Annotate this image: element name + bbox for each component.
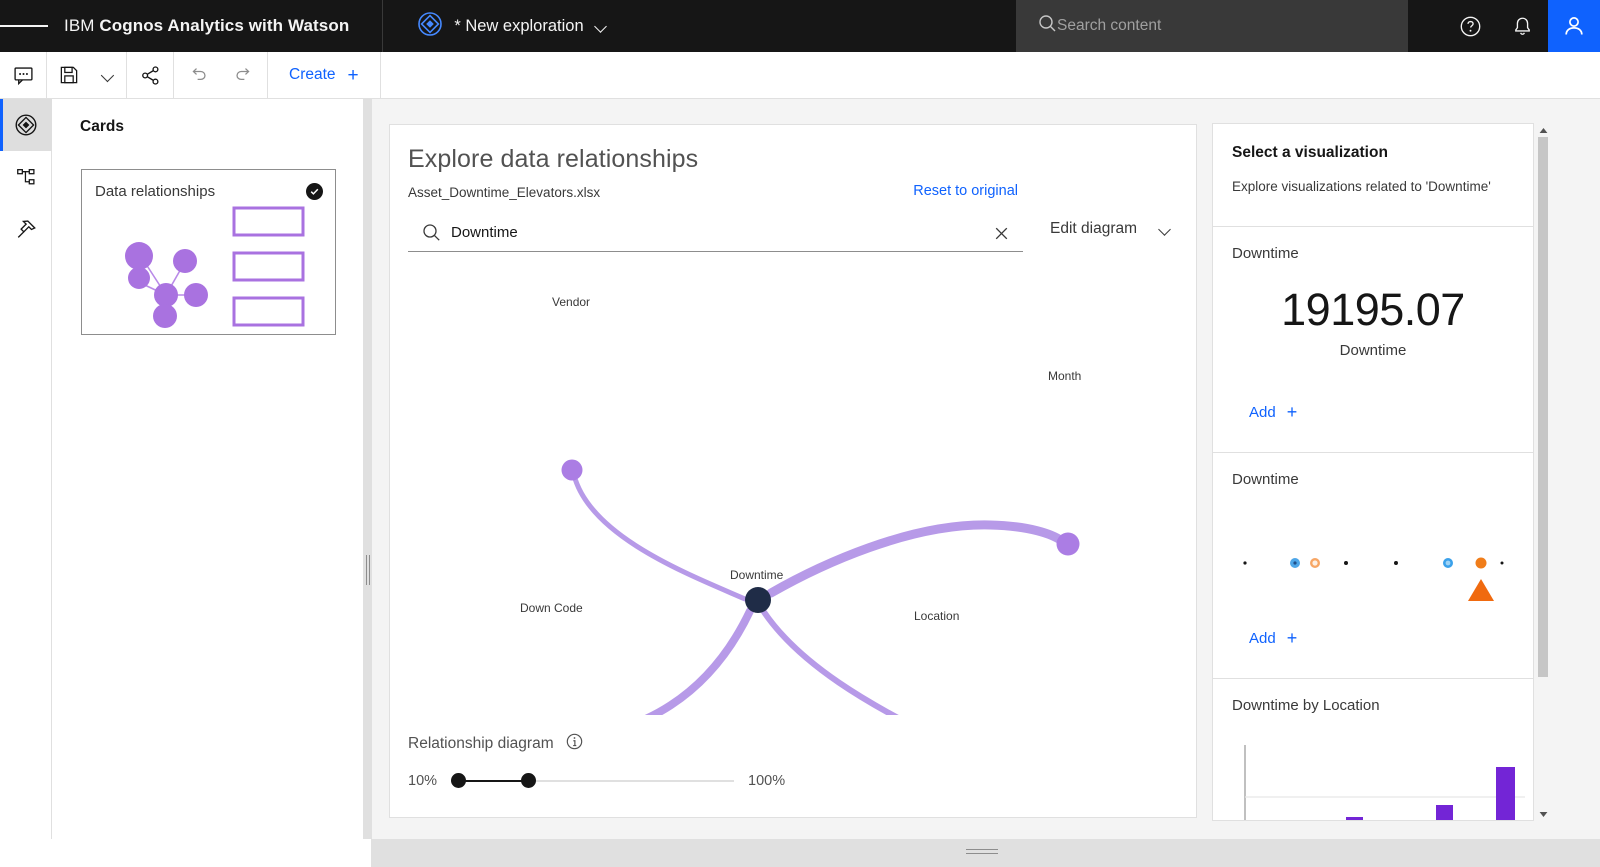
close-icon[interactable] bbox=[991, 223, 1011, 243]
redo-icon[interactable] bbox=[221, 52, 268, 98]
diagram-label-down-code: Down Code bbox=[520, 601, 583, 615]
brand-name: Cognos Analytics with Watson bbox=[99, 16, 350, 35]
splitter-grip-horizontal bbox=[966, 849, 998, 854]
caret-down-icon[interactable] bbox=[1536, 807, 1550, 821]
undo-icon[interactable] bbox=[174, 52, 221, 98]
explore-relationships-card: Explore data relationships Asset_Downtim… bbox=[389, 124, 1197, 818]
slider-min-label: 10% bbox=[408, 773, 438, 789]
right-panel-scrollbar[interactable] bbox=[1536, 123, 1550, 821]
add-label: Add bbox=[1249, 403, 1276, 421]
relationship-diagram[interactable]: Vendor Month Down Code Location Downtime bbox=[390, 275, 1198, 754]
save-options-chevron-icon[interactable] bbox=[91, 52, 127, 98]
diagram-label-location: Location bbox=[914, 609, 960, 623]
right-panel-subtitle: Explore visualizations related to 'Downt… bbox=[1232, 179, 1491, 194]
slider-handle-high[interactable] bbox=[521, 773, 537, 788]
exploration-title-group[interactable]: * New exploration bbox=[383, 11, 607, 42]
reset-to-original-link[interactable]: Reset to original bbox=[913, 183, 1018, 199]
create-button[interactable]: Create + bbox=[268, 52, 381, 98]
splitter-grip bbox=[366, 555, 370, 585]
viz-card-scatter[interactable]: Downtime Add + bbox=[1213, 453, 1533, 679]
search-icon bbox=[422, 223, 441, 247]
add-plus-icon: + bbox=[1286, 402, 1298, 422]
panel-splitter-horizontal[interactable] bbox=[372, 839, 1600, 867]
sidebar-item-explore[interactable] bbox=[0, 99, 52, 151]
diagram-label-vendor: Vendor bbox=[552, 295, 591, 309]
information-icon[interactable] bbox=[566, 733, 583, 755]
panel-splitter-vertical[interactable] bbox=[364, 99, 372, 867]
slider-track[interactable] bbox=[451, 773, 735, 788]
page-title: Explore data relationships bbox=[408, 145, 699, 173]
app-header: IBM Cognos Analytics with Watson * New e… bbox=[0, 0, 1600, 52]
exploration-diamond-icon bbox=[417, 11, 443, 42]
source-file-name: Asset_Downtime_Elevators.xlsx bbox=[408, 185, 601, 200]
diagram-node-downtime-center bbox=[745, 587, 771, 613]
share-icon[interactable] bbox=[127, 52, 174, 98]
brand-prefix: IBM bbox=[64, 16, 95, 35]
edit-diagram-label: Edit diagram bbox=[1050, 220, 1138, 237]
right-panel-title: Select a visualization bbox=[1232, 144, 1388, 161]
header-actions bbox=[1444, 0, 1600, 52]
scrollbar-thumb[interactable] bbox=[1538, 137, 1548, 677]
sidebar-item-relationships[interactable] bbox=[0, 151, 52, 203]
scatter-plot bbox=[1243, 557, 1504, 601]
add-viz-button-scatter[interactable]: Add + bbox=[1249, 629, 1297, 647]
hamburger-menu-icon[interactable] bbox=[0, 0, 48, 52]
select-visualization-panel: Select a visualization Explore visualiza… bbox=[1212, 123, 1534, 821]
right-panel-header: Select a visualization Explore visualiza… bbox=[1213, 124, 1533, 227]
cards-panel: Cards Data relationships bbox=[53, 99, 364, 867]
create-label: Create bbox=[289, 66, 336, 83]
chevron-down-icon bbox=[1159, 225, 1172, 233]
bottom-left-filler bbox=[0, 839, 372, 867]
viz-title-bar: Downtime by Location bbox=[1232, 697, 1380, 714]
diagram-search-input[interactable]: Downtime bbox=[408, 214, 1023, 252]
help-icon[interactable] bbox=[1444, 0, 1496, 52]
viz-title-scatter: Downtime bbox=[1232, 471, 1299, 488]
viz-title-kpi: Downtime bbox=[1232, 245, 1299, 262]
relationship-diagram-label: Relationship diagram bbox=[408, 735, 554, 752]
viz-card-bar[interactable]: Downtime by Location bbox=[1213, 679, 1533, 820]
save-icon[interactable] bbox=[47, 52, 91, 98]
left-rail bbox=[0, 99, 52, 867]
kpi-value: 19195.07 bbox=[1281, 284, 1465, 335]
viz-card-kpi[interactable]: Downtime 19195.07 Downtime Add + bbox=[1213, 227, 1533, 453]
cards-panel-title: Cards bbox=[80, 118, 124, 135]
diagram-strength-slider[interactable]: 10% 100% bbox=[408, 773, 808, 789]
app-brand: IBM Cognos Analytics with Watson bbox=[48, 16, 349, 36]
global-search-input[interactable]: Search content bbox=[1016, 0, 1408, 52]
slider-handle-low[interactable] bbox=[451, 773, 467, 788]
checkmark-filled-icon bbox=[306, 183, 323, 200]
add-label: Add bbox=[1249, 629, 1276, 647]
diagram-label-month: Month bbox=[1048, 369, 1082, 383]
slider-max-label: 100% bbox=[748, 773, 786, 789]
user-avatar[interactable] bbox=[1548, 0, 1600, 52]
bell-icon[interactable] bbox=[1496, 0, 1548, 52]
card-label: Data relationships bbox=[95, 183, 216, 200]
app-toolbar: Create + bbox=[0, 52, 1600, 99]
diagram-node-vendor bbox=[561, 459, 583, 481]
diagram-label-downtime: Downtime bbox=[730, 568, 784, 582]
diagram-edges bbox=[561, 472, 1067, 740]
comment-icon[interactable] bbox=[0, 52, 47, 98]
search-icon bbox=[1038, 14, 1057, 38]
relationship-diagram-footer: Relationship diagram bbox=[408, 733, 583, 755]
create-plus-icon: + bbox=[347, 64, 359, 86]
sidebar-item-pinned[interactable] bbox=[0, 203, 52, 255]
edit-diagram-button[interactable]: Edit diagram bbox=[1050, 220, 1172, 238]
card-data-relationships[interactable]: Data relationships bbox=[81, 169, 336, 335]
exploration-title: * New exploration bbox=[454, 16, 584, 35]
caret-up-icon[interactable] bbox=[1536, 123, 1550, 137]
kpi-subtitle: Downtime bbox=[1339, 342, 1407, 359]
chevron-down-icon[interactable] bbox=[595, 22, 608, 30]
add-viz-button-kpi[interactable]: Add + bbox=[1249, 403, 1297, 421]
add-plus-icon: + bbox=[1286, 628, 1298, 648]
diagram-node-month bbox=[1056, 532, 1080, 556]
card-thumbnail bbox=[125, 206, 305, 328]
bar-chart bbox=[1244, 745, 1525, 820]
